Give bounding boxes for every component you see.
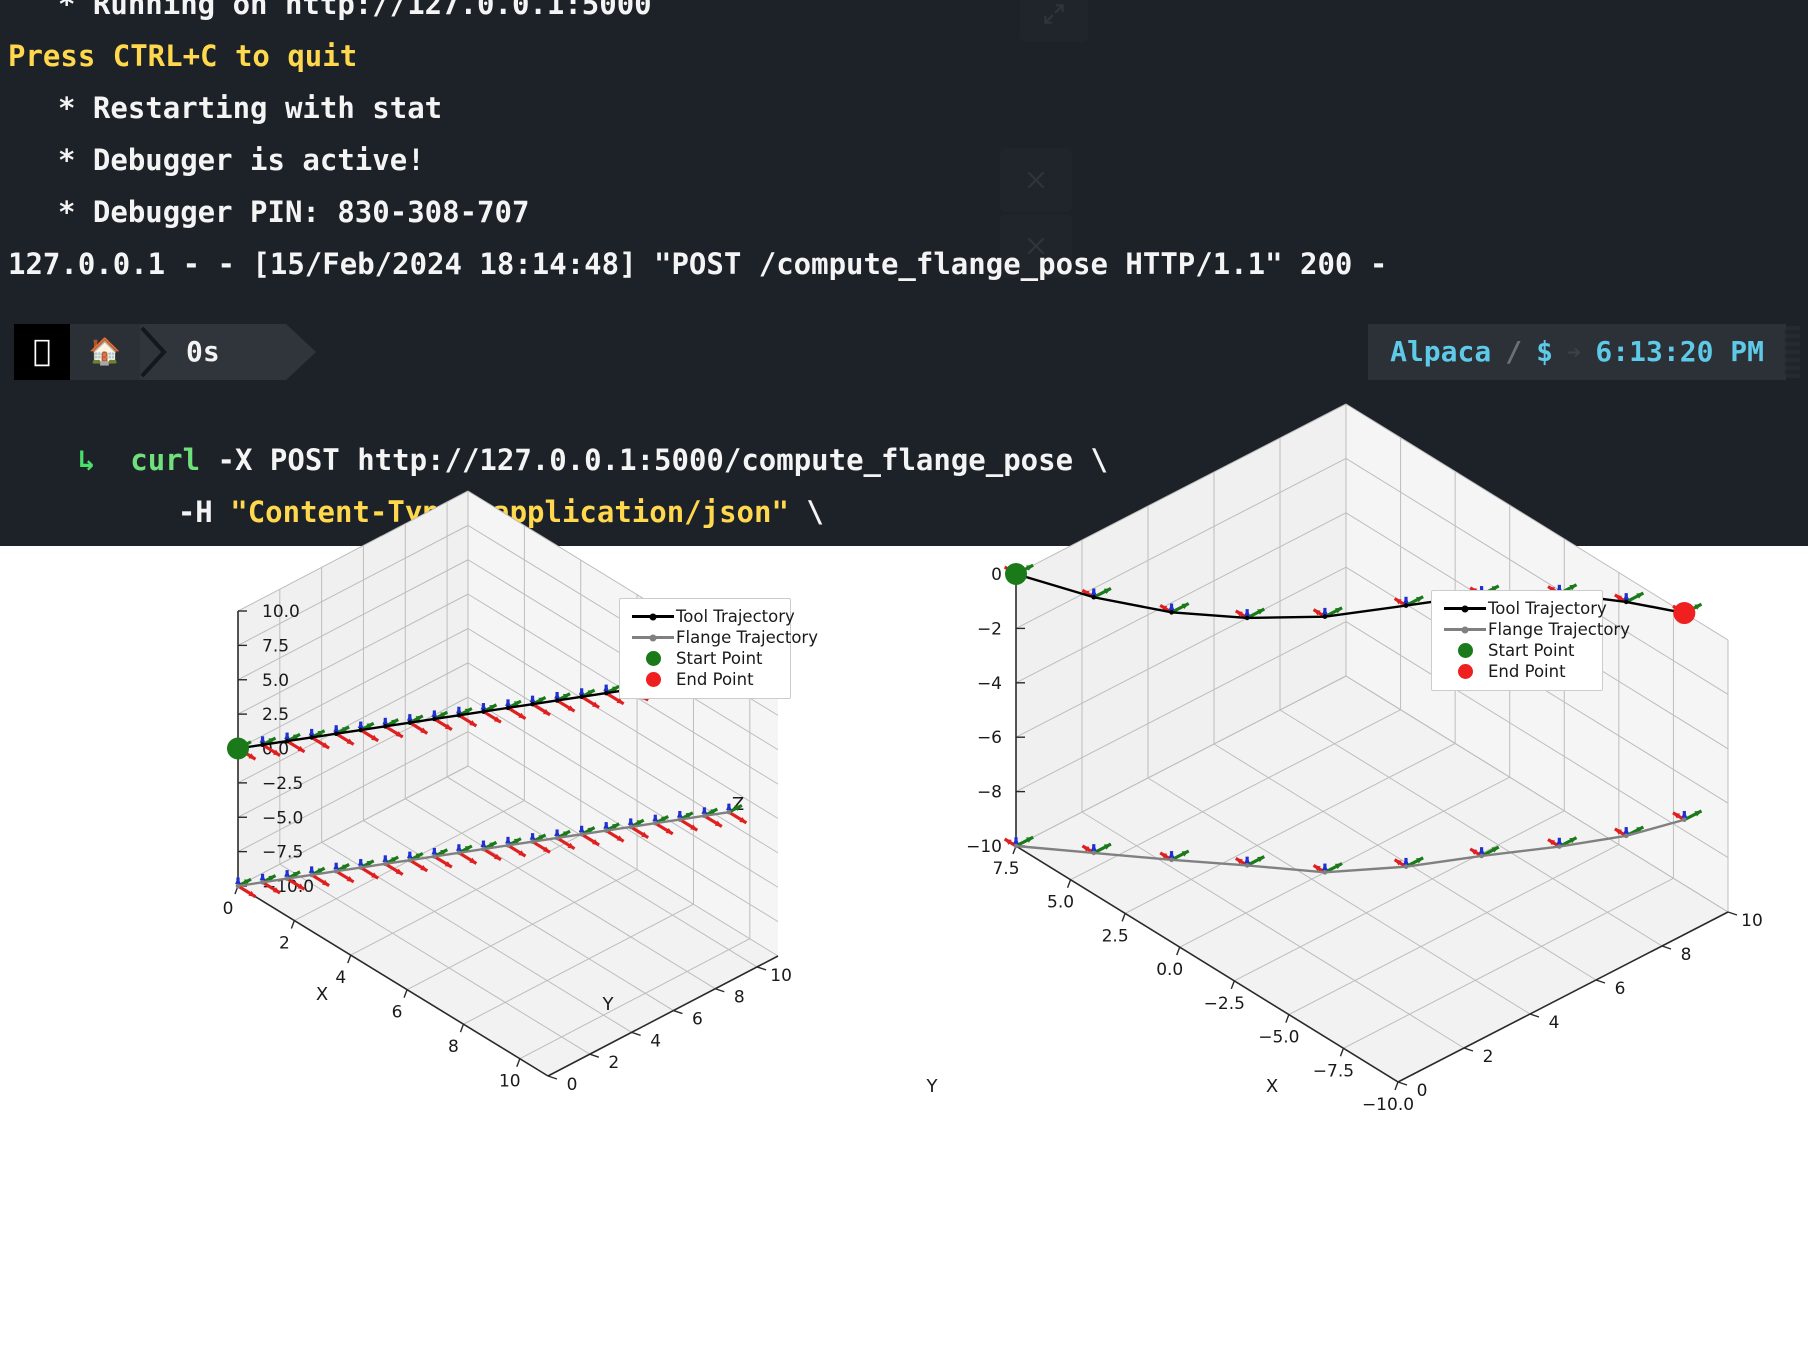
legend-left: Tool Trajectory Flange Trajectory Start … <box>619 598 818 699</box>
close-icon[interactable] <box>1000 148 1072 212</box>
svg-text:−2.5: −2.5 <box>1204 994 1245 1014</box>
prompt-tail <box>286 324 316 380</box>
right-3d-axes[interactable]: 7.55.02.50.0−2.5−5.0−7.5−10.002468100−2−… <box>904 403 1808 1354</box>
svg-text:2: 2 <box>608 1053 619 1073</box>
legend-item: Start Point <box>630 648 778 669</box>
svg-text:2.5: 2.5 <box>1102 926 1129 946</box>
svg-text:−7.5: −7.5 <box>1313 1061 1354 1081</box>
legend-label: Start Point <box>676 649 763 668</box>
svg-text:0: 0 <box>223 899 234 919</box>
svg-text:4: 4 <box>1549 1013 1560 1033</box>
svg-text:7.5: 7.5 <box>992 859 1019 879</box>
svg-text:X: X <box>316 984 328 1005</box>
end-point-key <box>1442 664 1488 679</box>
flange-trajectory-key <box>1442 626 1488 633</box>
svg-text:−10: −10 <box>966 837 1002 857</box>
prompt-host: Alpaca <box>1390 335 1492 368</box>
svg-text:−2: −2 <box>977 619 1002 639</box>
svg-text:−4: −4 <box>977 674 1002 694</box>
legend-item: Tool Trajectory <box>630 606 795 627</box>
svg-text:5.0: 5.0 <box>262 671 289 691</box>
svg-text:2.5: 2.5 <box>262 705 289 725</box>
svg-text:X: X <box>1266 1076 1278 1097</box>
svg-text:0: 0 <box>991 565 1002 585</box>
start-point-key <box>630 651 676 666</box>
right-plot-panel: 3D Trajectory Visualization 7.55.02.50.0… <box>904 403 1808 1354</box>
svg-text:−8: −8 <box>977 783 1002 803</box>
home-glyph: 🏠 <box>88 337 122 367</box>
svg-text:−7.5: −7.5 <box>262 843 303 863</box>
svg-text:6: 6 <box>1615 979 1626 999</box>
terminal-window[interactable]: * Running on http://127.0.0.1:5000 Press… <box>0 0 1808 546</box>
prompt-separator: / <box>1505 335 1523 368</box>
terminal-line-restarting: * Restarting with stat <box>58 91 443 125</box>
start-point-key <box>1442 643 1488 658</box>
legend-label: End Point <box>676 670 754 689</box>
svg-text:8: 8 <box>448 1037 459 1057</box>
svg-text:0: 0 <box>567 1075 578 1095</box>
legend-item: End Point <box>630 669 778 690</box>
svg-text:0.0: 0.0 <box>1156 960 1183 980</box>
terminal-line-debugger-pin: * Debugger PIN: 830-308-707 <box>58 195 530 229</box>
apple-glyph:  <box>33 334 51 369</box>
svg-text:10: 10 <box>1741 911 1763 931</box>
svg-text:−5.0: −5.0 <box>262 808 303 828</box>
legend-label: Flange Trajectory <box>1488 620 1630 639</box>
svg-text:−10.0: −10.0 <box>1362 1095 1414 1115</box>
terminal-line-quit-hint: Press CTRL+C to quit <box>8 39 358 73</box>
svg-text:8: 8 <box>1681 945 1692 965</box>
apple-logo-icon:  <box>14 324 70 380</box>
svg-text:Z: Z <box>732 794 744 815</box>
svg-text:0: 0 <box>1417 1081 1428 1101</box>
legend-item: End Point <box>1442 661 1590 682</box>
svg-text:4: 4 <box>650 1031 661 1051</box>
svg-text:4: 4 <box>335 968 346 988</box>
svg-text:6: 6 <box>392 1003 403 1023</box>
flange-trajectory-key <box>630 634 676 641</box>
prompt-bar:  🏠 0s Alpaca / $ ➔ 6:13:20 PM <box>0 324 1808 380</box>
legend-item: Start Point <box>1442 640 1590 661</box>
svg-text:−5.0: −5.0 <box>1258 1028 1299 1048</box>
svg-text:7.5: 7.5 <box>262 636 289 656</box>
tool-trajectory-key <box>1442 605 1488 612</box>
svg-text:2: 2 <box>1483 1047 1494 1067</box>
legend-label: Start Point <box>1488 641 1575 660</box>
svg-text:−6: −6 <box>977 728 1002 748</box>
svg-text:10.0: 10.0 <box>262 602 300 622</box>
home-icon: 🏠 <box>70 324 140 380</box>
svg-text:−2.5: −2.5 <box>262 774 303 794</box>
svg-text:5.0: 5.0 <box>1047 893 1074 913</box>
svg-text:Y: Y <box>926 1076 939 1097</box>
terminal-line-debugger-active: * Debugger is active! <box>58 143 425 177</box>
prompt-elapsed-label: 0s <box>186 335 220 368</box>
legend-item: Flange Trajectory <box>1442 619 1630 640</box>
expand-icon[interactable] <box>1020 0 1088 42</box>
end-point-key <box>630 672 676 687</box>
terminal-line-access-log: 127.0.0.1 - - [15/Feb/2024 18:14:48] "PO… <box>8 247 1388 281</box>
legend-item: Tool Trajectory <box>1442 598 1607 619</box>
legend-label: Tool Trajectory <box>676 607 795 626</box>
legend-right: Tool Trajectory Flange Trajectory Start … <box>1431 590 1630 691</box>
close-icon[interactable] <box>1000 214 1072 278</box>
prompt-right-edge-decoration <box>1784 326 1800 378</box>
prompt-status-right: Alpaca / $ ➔ 6:13:20 PM <box>1368 324 1786 380</box>
terminal-line-running: * Running on http://127.0.0.1:5000 <box>58 0 652 21</box>
svg-text:6: 6 <box>692 1010 703 1030</box>
svg-text:8: 8 <box>734 988 745 1008</box>
prompt-clock: 6:13:20 PM <box>1595 335 1764 368</box>
prompt-user-symbol: $ <box>1536 335 1553 368</box>
svg-text:10: 10 <box>770 966 792 986</box>
tool-trajectory-key <box>630 613 676 620</box>
legend-label: Tool Trajectory <box>1488 599 1607 618</box>
svg-text:2: 2 <box>279 934 290 954</box>
legend-item: Flange Trajectory <box>630 627 818 648</box>
right-arrow-icon: ➔ <box>1566 338 1582 366</box>
legend-label: End Point <box>1488 662 1566 681</box>
chevron-right-icon <box>140 326 167 378</box>
svg-text:Y: Y <box>602 994 615 1015</box>
legend-label: Flange Trajectory <box>676 628 818 647</box>
left-plot-panel: 3D Trajectory Visualization 024681002468… <box>0 490 904 1354</box>
plot-area: 3D Trajectory Visualization 024681002468… <box>0 403 1808 1354</box>
svg-text:10: 10 <box>499 1072 521 1092</box>
